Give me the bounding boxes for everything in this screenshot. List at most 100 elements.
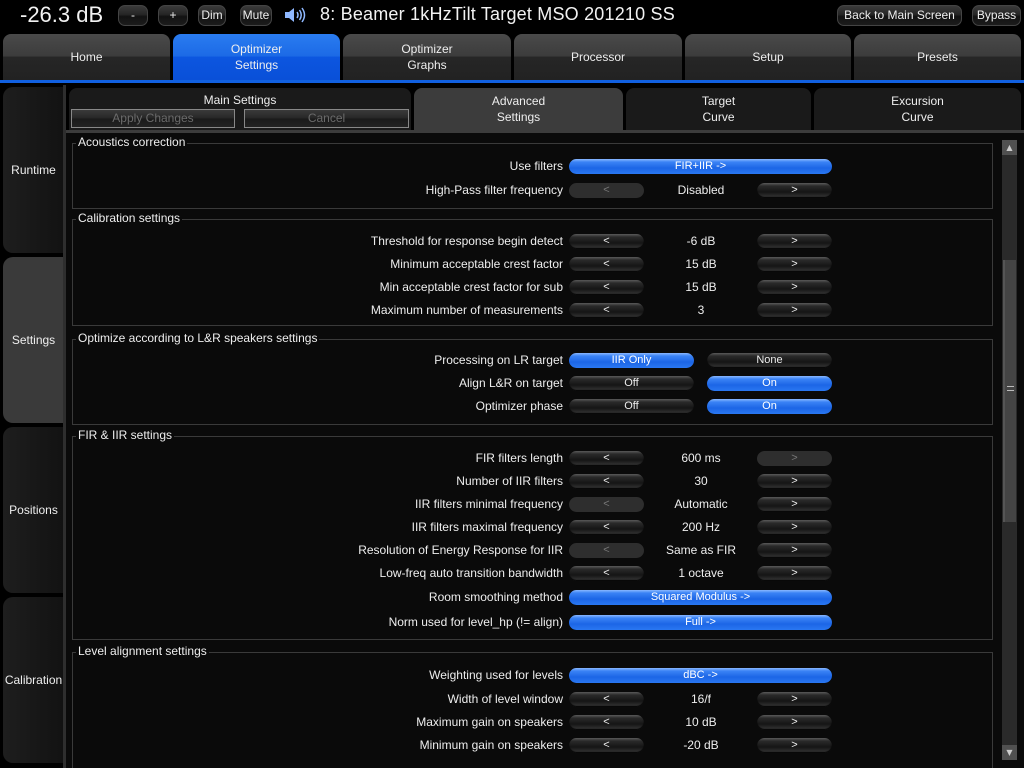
sidetab-runtime[interactable]: Runtime	[3, 87, 64, 253]
tab-optimizer-settings[interactable]: Optimizer Settings	[173, 34, 340, 80]
row-min-crest-factor-sub: Min acceptable crest factor for sub < 15…	[73, 278, 994, 298]
row-label: Room smoothing method	[428, 590, 563, 604]
group-level-alignment-settings: Level alignment settings Weighting used …	[72, 644, 994, 768]
row-label: IIR filters minimal frequency	[414, 497, 563, 511]
off-option[interactable]: Off	[569, 399, 694, 414]
dim-button[interactable]: Dim	[198, 5, 226, 26]
tab-label: Home	[70, 50, 103, 64]
tab-label: Presets	[917, 50, 958, 64]
next-button[interactable]: >	[757, 451, 832, 466]
next-button[interactable]: >	[757, 303, 832, 318]
prev-button[interactable]: <	[569, 474, 644, 489]
row-min-crest-factor: Minimum acceptable crest factor < 15 dB …	[73, 255, 994, 275]
prev-button[interactable]: <	[569, 497, 644, 512]
mute-button[interactable]: Mute	[240, 5, 272, 26]
on-option[interactable]: On	[707, 399, 832, 414]
row-label: Align L&R on target	[458, 376, 563, 390]
next-button[interactable]: >	[757, 543, 832, 558]
value-display: 200 Hz	[681, 520, 721, 534]
row-label: Use filters	[509, 159, 563, 173]
next-button[interactable]: >	[757, 715, 832, 730]
cancel-button[interactable]: Cancel	[244, 109, 409, 128]
subtab-excursion-curve[interactable]: Excursion Curve	[814, 88, 1021, 130]
value-display: 1 octave	[678, 566, 724, 580]
tab-processor[interactable]: Processor	[514, 34, 682, 80]
row-label: Processing on LR target	[434, 353, 563, 367]
prev-button[interactable]: <	[569, 234, 644, 249]
apply-changes-button[interactable]: Apply Changes	[71, 109, 235, 128]
value-display: 15 dB	[685, 280, 717, 294]
prev-button[interactable]: <	[569, 692, 644, 707]
prev-button[interactable]: <	[569, 738, 644, 753]
subtab-main-settings[interactable]: Main Settings Apply Changes Cancel	[69, 88, 411, 130]
row-optimizer-phase: Optimizer phase Off On	[73, 397, 994, 417]
next-button[interactable]: >	[757, 738, 832, 753]
settings-panel: Acoustics correction Use filters FIR+IIR…	[66, 133, 1024, 768]
next-button[interactable]: >	[757, 474, 832, 489]
sidetab-positions[interactable]: Positions	[3, 427, 64, 593]
next-button[interactable]: >	[757, 280, 832, 295]
scroll-down-arrow-icon[interactable]: ▼	[1002, 745, 1017, 760]
tab-setup[interactable]: Setup	[685, 34, 851, 80]
prev-button[interactable]: <	[569, 520, 644, 535]
row-processing-lr-target: Processing on LR target IIR Only None	[73, 351, 994, 371]
back-to-main-screen-button[interactable]: Back to Main Screen	[837, 5, 962, 26]
value-display: 600 ms	[681, 451, 721, 465]
none-option[interactable]: None	[707, 353, 832, 368]
value-display: 3	[697, 303, 705, 317]
row-iir-min-frequency: IIR filters minimal frequency < Automati…	[73, 495, 994, 515]
row-align-lr-target: Align L&R on target Off On	[73, 374, 994, 394]
tab-presets[interactable]: Presets	[854, 34, 1021, 80]
use-filters-button[interactable]: FIR+IIR ->	[569, 159, 832, 174]
row-label: Optimizer phase	[475, 399, 563, 413]
volume-down-button[interactable]: -	[118, 5, 148, 26]
tab-label-line2: Settings	[234, 58, 279, 72]
bypass-button[interactable]: Bypass	[972, 5, 1021, 26]
row-fir-length: FIR filters length < 600 ms >	[73, 449, 994, 469]
iir-only-option[interactable]: IIR Only	[569, 353, 694, 368]
sidetab-calibration[interactable]: Calibration	[3, 597, 64, 763]
tab-optimizer-graphs[interactable]: Optimizer Graphs	[343, 34, 511, 80]
row-norm-level-hp: Norm used for level_hp (!= align) Full -…	[73, 613, 994, 633]
vertical-scrollbar[interactable]: ▲ ▼	[1002, 140, 1017, 760]
subtab-advanced-settings[interactable]: Advanced Settings	[414, 88, 623, 130]
subtab-target-curve[interactable]: Target Curve	[626, 88, 811, 130]
weighting-button[interactable]: dBC ->	[569, 668, 832, 683]
room-smoothing-button[interactable]: Squared Modulus ->	[569, 590, 832, 605]
row-threshold: Threshold for response begin detect < -6…	[73, 232, 994, 252]
group-calibration-settings: Calibration settings Threshold for respo…	[72, 211, 994, 326]
row-label: Minimum acceptable crest factor	[390, 257, 563, 271]
row-weighting: Weighting used for levels dBC ->	[73, 666, 994, 686]
norm-level-hp-button[interactable]: Full ->	[569, 615, 832, 630]
speaker-volume-icon[interactable]	[283, 6, 307, 24]
row-iir-count: Number of IIR filters < 30 >	[73, 472, 994, 492]
next-button[interactable]: >	[757, 183, 832, 198]
sidetab-settings[interactable]: Settings	[3, 257, 64, 423]
subtab-label: Main Settings	[203, 93, 277, 107]
scrollbar-thumb[interactable]	[1003, 260, 1016, 522]
next-button[interactable]: >	[757, 566, 832, 581]
next-button[interactable]: >	[757, 520, 832, 535]
prev-button[interactable]: <	[569, 257, 644, 272]
prev-button[interactable]: <	[569, 280, 644, 295]
off-option[interactable]: Off	[569, 376, 694, 391]
volume-readout: -26.3 dB	[20, 2, 104, 27]
tab-home[interactable]: Home	[3, 34, 170, 80]
value-display: Automatic	[674, 497, 728, 511]
next-button[interactable]: >	[757, 257, 832, 272]
row-label: Width of level window	[447, 692, 563, 706]
tab-label: Processor	[570, 50, 626, 64]
next-button[interactable]: >	[757, 692, 832, 707]
prev-button[interactable]: <	[569, 566, 644, 581]
prev-button[interactable]: <	[569, 451, 644, 466]
prev-button[interactable]: <	[569, 715, 644, 730]
scroll-up-arrow-icon[interactable]: ▲	[1002, 140, 1017, 155]
on-option[interactable]: On	[707, 376, 832, 391]
next-button[interactable]: >	[757, 234, 832, 249]
prev-button[interactable]: <	[569, 543, 644, 558]
prev-button[interactable]: <	[569, 303, 644, 318]
volume-up-button[interactable]: +	[158, 5, 188, 26]
prev-button[interactable]: <	[569, 183, 644, 198]
next-button[interactable]: >	[757, 497, 832, 512]
row-label: Min acceptable crest factor for sub	[379, 280, 563, 294]
